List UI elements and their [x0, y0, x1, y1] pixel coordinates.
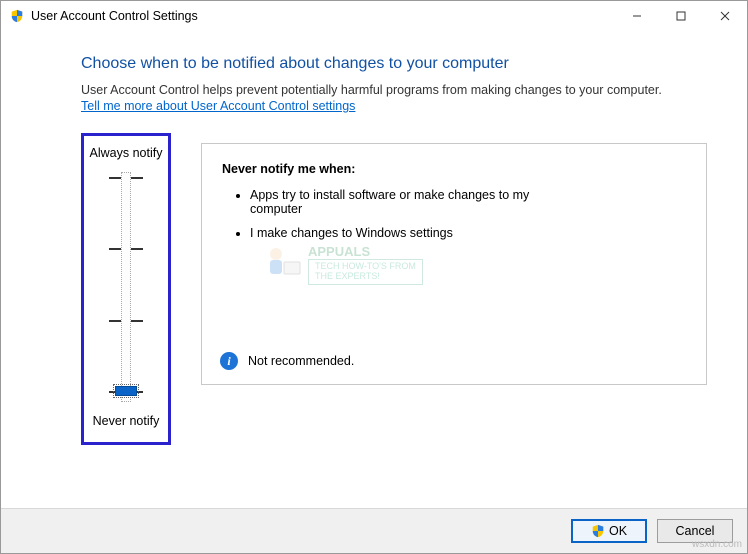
minimize-button[interactable]	[615, 1, 659, 31]
slider-rail	[121, 172, 131, 402]
bullet-item: I make changes to Windows settings	[250, 226, 540, 240]
main-area: Always notify Never notify Never notify …	[81, 133, 707, 445]
uac-settings-window: User Account Control Settings Choose whe…	[0, 0, 748, 554]
slider-label-bottom: Never notify	[93, 414, 160, 428]
shield-icon	[9, 8, 25, 24]
titlebar: User Account Control Settings	[1, 1, 747, 31]
close-button[interactable]	[703, 1, 747, 31]
bullet-item: Apps try to install software or make cha…	[250, 188, 540, 216]
slider-tick	[131, 177, 143, 179]
cancel-button-label: Cancel	[676, 524, 715, 538]
shield-icon	[591, 524, 605, 538]
window-title: User Account Control Settings	[31, 9, 615, 23]
recommendation-row: i Not recommended.	[220, 352, 354, 370]
content-area: Choose when to be notified about changes…	[1, 31, 747, 508]
slider-label-top: Always notify	[90, 146, 163, 160]
slider-tick	[131, 320, 143, 322]
notify-slider-container: Always notify Never notify	[81, 133, 171, 445]
notify-slider[interactable]	[111, 172, 141, 402]
slider-tick	[109, 177, 121, 179]
notification-infobox: Never notify me when: Apps try to instal…	[201, 143, 707, 385]
slider-tick	[131, 248, 143, 250]
page-description: User Account Control helps prevent poten…	[81, 83, 707, 97]
ok-button-label: OK	[609, 524, 627, 538]
info-icon: i	[220, 352, 238, 370]
watermark: APPUALS TECH HOW-TO'S FROMTHE EXPERTS!	[262, 244, 423, 285]
page-heading: Choose when to be notified about changes…	[81, 55, 707, 73]
dialog-footer: OK Cancel	[1, 508, 747, 553]
infobox-bullets: Apps try to install software or make cha…	[222, 188, 686, 240]
maximize-button[interactable]	[659, 1, 703, 31]
recommendation-text: Not recommended.	[248, 354, 354, 368]
learn-more-link[interactable]: Tell me more about User Account Control …	[81, 99, 707, 113]
slider-tick	[109, 320, 121, 322]
slider-thumb[interactable]	[115, 386, 137, 396]
slider-tick	[109, 248, 121, 250]
window-controls	[615, 1, 747, 31]
ok-button[interactable]: OK	[571, 519, 647, 543]
infobox-title: Never notify me when:	[222, 162, 686, 176]
site-watermark: wsxdn.com	[692, 539, 742, 550]
